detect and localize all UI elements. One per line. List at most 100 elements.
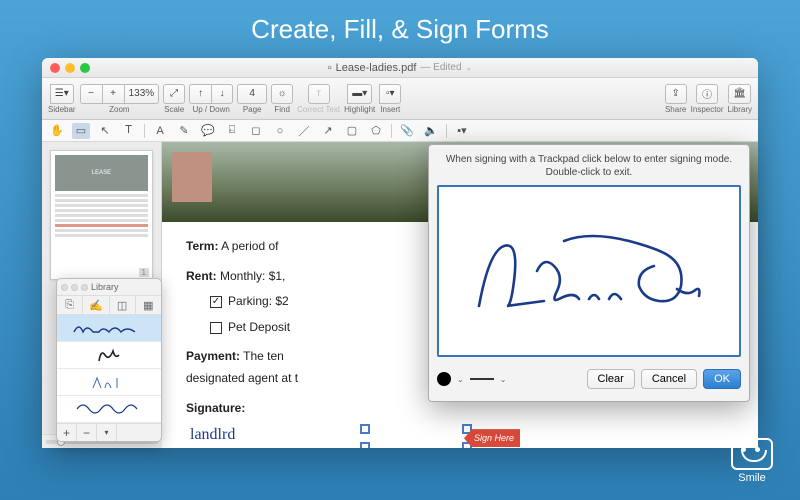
rounded-tool-icon[interactable]: ▢ — [343, 123, 361, 139]
dialog-instructions: When signing with a Trackpad click below… — [437, 153, 741, 179]
library-tabs: ⎘ ✍ ◫ ▦ — [57, 295, 161, 315]
pet-text: Pet Deposit — [228, 317, 290, 339]
library-list — [57, 315, 161, 423]
zoom-in-button[interactable]: + — [102, 84, 124, 104]
library-add-button[interactable]: + — [57, 424, 77, 441]
tenant-sig-line[interactable]: Sign Here — [366, 425, 466, 448]
find-label: Find — [274, 105, 290, 114]
lib-tab-shapes[interactable]: ◫ — [110, 296, 136, 314]
select-tool-icon[interactable]: ▭ — [72, 123, 90, 139]
inspector-label: Inspector — [691, 105, 724, 114]
stroke-color-picker[interactable] — [437, 372, 451, 386]
scale-group: ⤢ Scale — [163, 84, 185, 114]
filename: Lease-ladies.pdf — [336, 62, 417, 74]
text-select-tool-icon[interactable]: Ꭲ — [120, 123, 138, 139]
scale-button[interactable]: ⤢ — [163, 84, 185, 104]
lib-tab-signatures[interactable]: ✍ — [83, 296, 109, 314]
signature-target-frame[interactable] — [360, 424, 472, 448]
library-title: Library — [91, 282, 119, 292]
dropdown-icon[interactable]: ⌄ — [466, 63, 473, 72]
lib-tab-images[interactable]: ▦ — [136, 296, 161, 314]
page-thumbnail[interactable]: LEASE 1 — [50, 150, 153, 280]
clear-button[interactable]: Clear — [587, 369, 635, 389]
zoom-window-icon[interactable] — [80, 63, 90, 73]
page-up-button[interactable]: ↑ — [189, 84, 211, 104]
brand-name: Smile — [722, 472, 782, 484]
highlight-button[interactable]: ▬▾ — [347, 84, 372, 104]
correct-label: Correct Text — [297, 105, 340, 114]
smile-face-icon — [731, 438, 773, 470]
updown-label: Up / Down — [192, 105, 229, 114]
link-tool-icon[interactable]: ⍇ — [223, 123, 241, 139]
zoom-out-button[interactable]: − — [80, 84, 102, 104]
signature-item-4[interactable] — [57, 396, 161, 423]
toolbar: ☰▾ Sidebar − + 133% Zoom ⤢ Scale ↑ ↓ Up … — [42, 78, 758, 120]
titlebar: ▫ Lease-ladies.pdf — Edited ⌄ — [42, 58, 758, 78]
page-group: 4 Page — [237, 84, 267, 114]
insert-label: Insert — [380, 105, 400, 114]
sign-here-tag: Sign Here — [464, 429, 520, 447]
signature-item-3[interactable] — [57, 369, 161, 396]
insert-button[interactable]: ▫▾ — [379, 84, 401, 104]
lib-tab-stamps[interactable]: ⎘ — [57, 296, 83, 314]
sidebar-group: ☰▾ Sidebar — [48, 84, 76, 114]
stroke-dropdown-icon[interactable]: ⌄ — [500, 375, 507, 384]
signature-canvas[interactable] — [437, 185, 741, 357]
stroke-width-preview — [470, 378, 494, 380]
zoom-group: − + 133% Zoom — [80, 84, 160, 114]
hand-tool-icon[interactable]: ✋ — [48, 123, 66, 139]
text-tool-icon[interactable]: A — [151, 123, 169, 139]
updown-group: ↑ ↓ Up / Down — [189, 84, 233, 114]
inspector-button[interactable]: ⓘ — [696, 84, 718, 104]
pet-checkbox[interactable] — [210, 322, 222, 334]
library-button[interactable]: 🏛 — [728, 84, 751, 104]
zoom-value[interactable]: 133% — [124, 84, 160, 104]
highlight-group: ▬▾ Highlight — [344, 84, 375, 114]
comment-tool-icon[interactable]: 💬 — [199, 123, 217, 139]
scale-label: Scale — [164, 105, 184, 114]
shape-tool-icon[interactable]: ◻ — [247, 123, 265, 139]
library-panel: Library ⎘ ✍ ◫ ▦ + − ▾ — [56, 278, 162, 442]
zoom-label: Zoom — [109, 105, 129, 114]
sidebar-button[interactable]: ☰▾ — [50, 84, 74, 104]
find-group: ☼ Find — [271, 84, 293, 114]
minimize-window-icon[interactable] — [65, 63, 75, 73]
poly-tool-icon[interactable]: ⬠ — [367, 123, 385, 139]
hero-title: Create, Fill, & Sign Forms — [0, 0, 800, 55]
close-window-icon[interactable] — [50, 63, 60, 73]
rent-text: Monthly: $1, — [217, 269, 286, 283]
library-footer: + − ▾ — [57, 423, 161, 441]
library-remove-button[interactable]: − — [77, 424, 97, 441]
signature-item-2[interactable] — [57, 342, 161, 369]
payment-text1: The ten — [240, 349, 284, 363]
correct-button[interactable]: т — [308, 84, 330, 104]
term-label: Term: — [186, 239, 218, 253]
sound-tool-icon[interactable]: 🔈 — [422, 123, 440, 139]
share-label: Share — [665, 105, 686, 114]
color-dropdown-icon[interactable]: ⌄ — [457, 375, 464, 384]
smile-logo: Smile — [722, 438, 782, 486]
file-icon: ▫ — [328, 62, 332, 74]
ok-button[interactable]: OK — [703, 369, 741, 389]
note-tool-icon[interactable]: ✎ — [175, 123, 193, 139]
cancel-button[interactable]: Cancel — [641, 369, 697, 389]
landlord-signature: landlrd — [190, 421, 235, 448]
color-tool-icon[interactable]: ▪▾ — [453, 123, 471, 139]
circle-tool-icon[interactable]: ○ — [271, 123, 289, 139]
edited-indicator: — Edited — [420, 62, 461, 73]
attach-tool-icon[interactable]: 📎 — [398, 123, 416, 139]
library-titlebar[interactable]: Library — [57, 279, 161, 295]
line-tool-icon[interactable]: ／ — [295, 123, 313, 139]
page-field[interactable]: 4 — [237, 84, 267, 104]
parking-checkbox[interactable]: ✓ — [210, 296, 222, 308]
signature-item-1[interactable] — [57, 315, 161, 342]
rent-label: Rent: — [186, 269, 217, 283]
find-button[interactable]: ☼ — [271, 84, 293, 104]
arrow-tool-icon[interactable]: ↗ — [319, 123, 337, 139]
library-dropdown-button[interactable]: ▾ — [97, 424, 117, 441]
share-group: ⇪ Share — [665, 84, 687, 114]
pointer-tool-icon[interactable]: ↖ — [96, 123, 114, 139]
page-down-button[interactable]: ↓ — [211, 84, 233, 104]
share-button[interactable]: ⇪ — [665, 84, 687, 104]
traffic-lights[interactable] — [50, 63, 90, 73]
